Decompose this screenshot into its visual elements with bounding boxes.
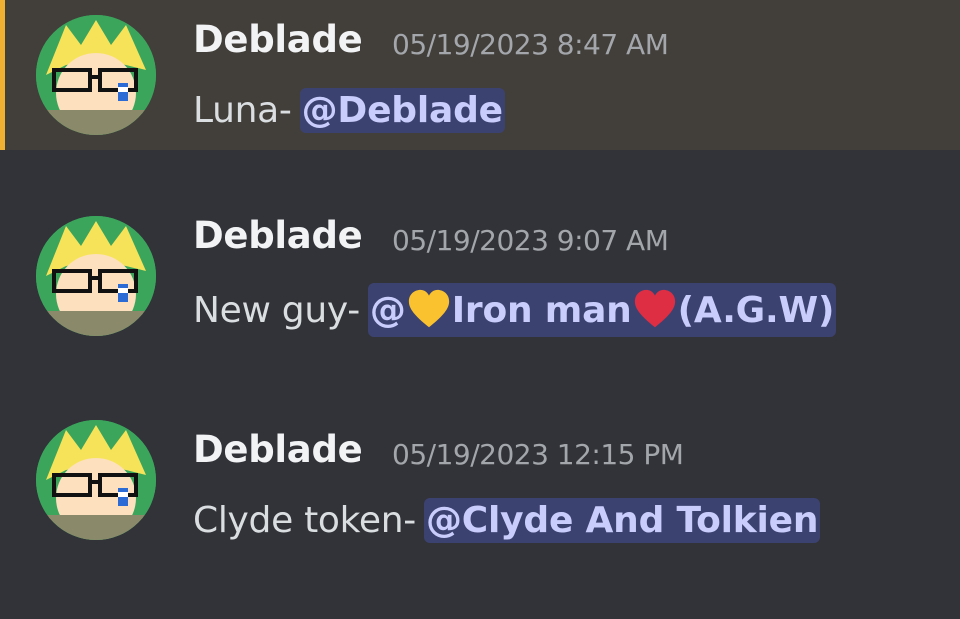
message-item[interactable]: Deblade 05/19/2023 12:15 PM Clyde token-… [0,406,960,566]
username[interactable]: Deblade [193,214,363,257]
message-text: Luna- [193,89,292,131]
timestamp: 05/19/2023 8:47 AM [392,28,669,61]
timestamp: 05/19/2023 9:07 AM [392,224,669,257]
avatar-image [36,216,156,336]
message-content: Luna- @Deblade [193,82,505,138]
message-content: Clyde token- @Clyde And Tolkien [193,492,821,548]
message-content: New guy- @ Iron man (A.G.W) [193,274,837,346]
avatar[interactable] [36,216,156,336]
mention-prefix: @ [369,289,406,331]
username[interactable]: Deblade [193,428,363,471]
mention-name: Iron man [451,289,632,331]
avatar-image [36,420,156,540]
mention-label: @Deblade [301,89,503,131]
username[interactable]: Deblade [193,18,363,61]
yellow-heart-icon [408,289,449,328]
red-heart-icon [634,289,675,328]
mention-label: @Clyde And Tolkien [425,499,819,541]
message-item[interactable]: Deblade 05/19/2023 8:47 AM Luna- @Deblad… [0,0,960,150]
user-mention[interactable]: @Clyde And Tolkien [423,497,821,543]
mention-suffix: (A.G.W) [677,289,835,331]
user-mention[interactable]: @ Iron man (A.G.W) [367,283,837,337]
avatar-image [36,15,156,135]
message-text: Clyde token- [193,499,416,541]
timestamp: 05/19/2023 12:15 PM [392,438,684,471]
user-mention[interactable]: @Deblade [299,87,505,133]
avatar[interactable] [36,420,156,540]
chat-log: Deblade 05/19/2023 8:47 AM Luna- @Deblad… [0,0,960,619]
message-item[interactable]: Deblade 05/19/2023 9:07 AM New guy- @ Ir… [0,196,960,356]
message-text: New guy- [193,289,360,331]
avatar[interactable] [36,15,156,135]
